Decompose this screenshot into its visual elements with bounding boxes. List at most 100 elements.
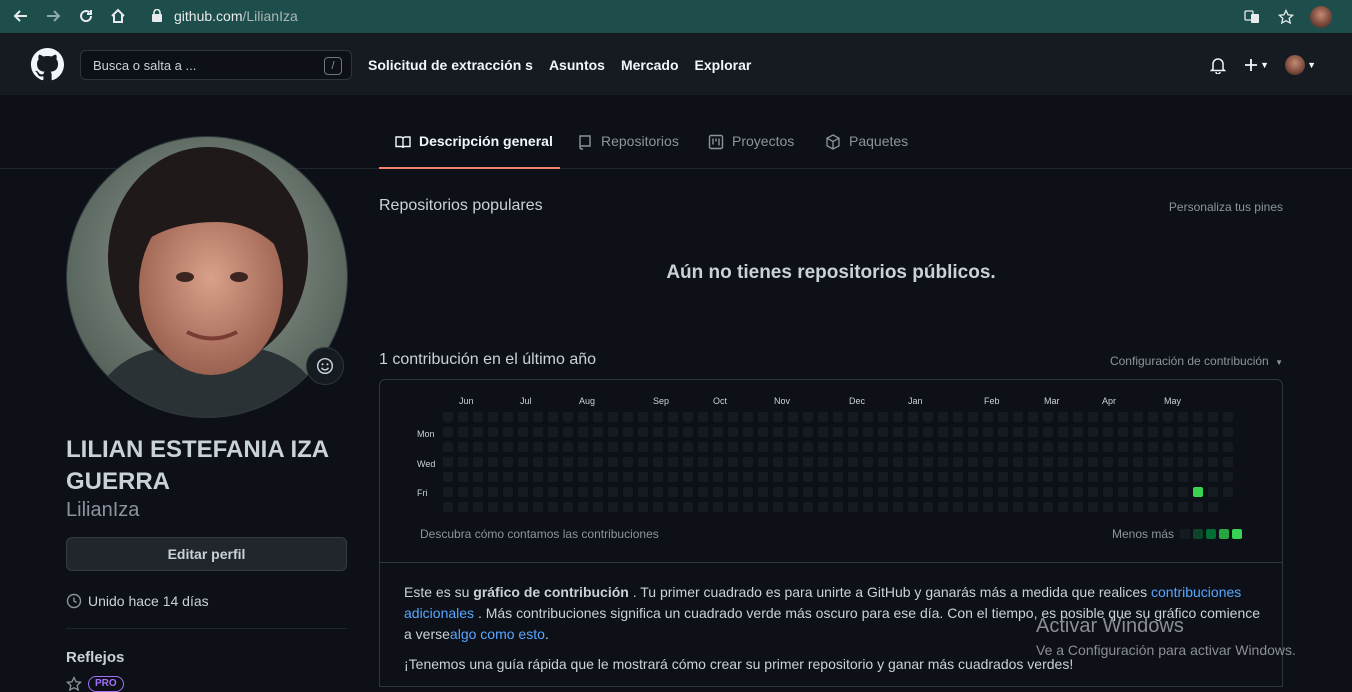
contribution-day[interactable] — [728, 487, 738, 497]
contribution-day[interactable] — [608, 502, 618, 512]
contribution-day[interactable] — [1178, 442, 1188, 452]
contribution-day[interactable] — [863, 457, 873, 467]
contribution-day[interactable] — [653, 487, 663, 497]
contribution-day[interactable] — [1028, 412, 1038, 422]
contribution-day[interactable] — [998, 427, 1008, 437]
contribution-day[interactable] — [833, 502, 843, 512]
contribution-day[interactable] — [548, 427, 558, 437]
contribution-day[interactable] — [1043, 442, 1053, 452]
contribution-day[interactable] — [518, 472, 528, 482]
contribution-day[interactable] — [848, 472, 858, 482]
contribution-day[interactable] — [1178, 487, 1188, 497]
contribution-day[interactable] — [998, 412, 1008, 422]
contribution-day[interactable] — [518, 412, 528, 422]
contribution-day[interactable] — [1013, 457, 1023, 467]
contribution-day[interactable] — [668, 427, 678, 437]
contribution-day[interactable] — [743, 412, 753, 422]
contribution-day[interactable] — [953, 427, 963, 437]
contribution-day[interactable] — [893, 457, 903, 467]
contribution-day[interactable] — [533, 502, 543, 512]
contribution-day[interactable] — [1118, 472, 1128, 482]
contribution-day[interactable] — [953, 502, 963, 512]
contribution-day[interactable] — [788, 442, 798, 452]
contribution-day[interactable] — [818, 487, 828, 497]
contribution-day[interactable] — [578, 457, 588, 467]
contribution-day[interactable] — [638, 427, 648, 437]
contribution-day[interactable] — [473, 487, 483, 497]
contribution-day[interactable] — [788, 487, 798, 497]
contribution-day[interactable] — [683, 427, 693, 437]
contribution-day[interactable] — [878, 427, 888, 437]
contribution-day[interactable] — [638, 412, 648, 422]
contribution-day[interactable] — [548, 442, 558, 452]
contribution-day[interactable] — [563, 457, 573, 467]
browser-profile-avatar[interactable] — [1310, 5, 1332, 28]
contribution-day[interactable] — [1103, 487, 1113, 497]
contribution-day[interactable] — [893, 412, 903, 422]
contribution-day[interactable] — [578, 427, 588, 437]
contribution-day[interactable] — [473, 442, 483, 452]
contribution-day[interactable] — [563, 472, 573, 482]
contribution-day[interactable] — [698, 502, 708, 512]
contribution-day[interactable] — [1178, 502, 1188, 512]
contribution-day[interactable] — [908, 472, 918, 482]
contribution-day[interactable] — [743, 472, 753, 482]
contribution-day[interactable] — [488, 412, 498, 422]
contribution-day[interactable] — [1058, 412, 1068, 422]
contribution-day[interactable] — [1088, 427, 1098, 437]
contribution-day[interactable] — [1073, 427, 1083, 437]
contribution-day[interactable] — [848, 442, 858, 452]
contribution-day[interactable] — [533, 472, 543, 482]
contribution-day[interactable] — [878, 442, 888, 452]
github-logo-icon[interactable] — [31, 48, 64, 81]
contribution-day[interactable] — [1013, 427, 1023, 437]
contribution-day[interactable] — [1028, 487, 1038, 497]
contribution-day[interactable] — [1118, 427, 1128, 437]
contribution-day[interactable] — [683, 442, 693, 452]
nav-pull-requests[interactable]: Solicitud de extracción s — [368, 57, 533, 73]
contribution-day[interactable] — [803, 502, 813, 512]
contribution-day[interactable] — [623, 427, 633, 437]
contribution-day[interactable] — [488, 457, 498, 467]
contribution-day[interactable] — [698, 442, 708, 452]
contribution-day[interactable] — [608, 472, 618, 482]
nav-explore[interactable]: Explorar — [695, 57, 752, 73]
contribution-day[interactable] — [803, 427, 813, 437]
contribution-day[interactable] — [1133, 412, 1143, 422]
contribution-day[interactable] — [893, 487, 903, 497]
contribution-day[interactable] — [968, 502, 978, 512]
contribution-day[interactable] — [593, 427, 603, 437]
contribution-day[interactable] — [818, 442, 828, 452]
contribution-day[interactable] — [848, 487, 858, 497]
contribution-day[interactable] — [1043, 427, 1053, 437]
contribution-day[interactable] — [1028, 457, 1038, 467]
contribution-day[interactable] — [1223, 487, 1233, 497]
contribution-day[interactable] — [773, 472, 783, 482]
contribution-day[interactable] — [893, 442, 903, 452]
contribution-day[interactable] — [938, 472, 948, 482]
contribution-day[interactable] — [578, 442, 588, 452]
contribution-day[interactable] — [788, 502, 798, 512]
contribution-day[interactable] — [503, 427, 513, 437]
contribution-day[interactable] — [893, 427, 903, 437]
contribution-day[interactable] — [638, 502, 648, 512]
contribution-day[interactable] — [533, 427, 543, 437]
contribution-day[interactable] — [1193, 487, 1203, 497]
contribution-day[interactable] — [788, 457, 798, 467]
contribution-day[interactable] — [833, 442, 843, 452]
contribution-day[interactable] — [1148, 412, 1158, 422]
contribution-day[interactable] — [563, 502, 573, 512]
contribution-day[interactable] — [848, 502, 858, 512]
contribution-day[interactable] — [503, 457, 513, 467]
contribution-day[interactable] — [908, 457, 918, 467]
contribution-day[interactable] — [1148, 427, 1158, 437]
tab-repositories[interactable]: Repositorios — [577, 133, 679, 169]
contribution-day[interactable] — [983, 427, 993, 437]
contribution-day[interactable] — [923, 412, 933, 422]
contribution-day[interactable] — [893, 472, 903, 482]
reload-icon[interactable] — [71, 1, 101, 31]
contribution-day[interactable] — [1073, 502, 1083, 512]
contribution-day[interactable] — [1118, 457, 1128, 467]
contribution-day[interactable] — [1013, 502, 1023, 512]
contribution-day[interactable] — [1193, 412, 1203, 422]
